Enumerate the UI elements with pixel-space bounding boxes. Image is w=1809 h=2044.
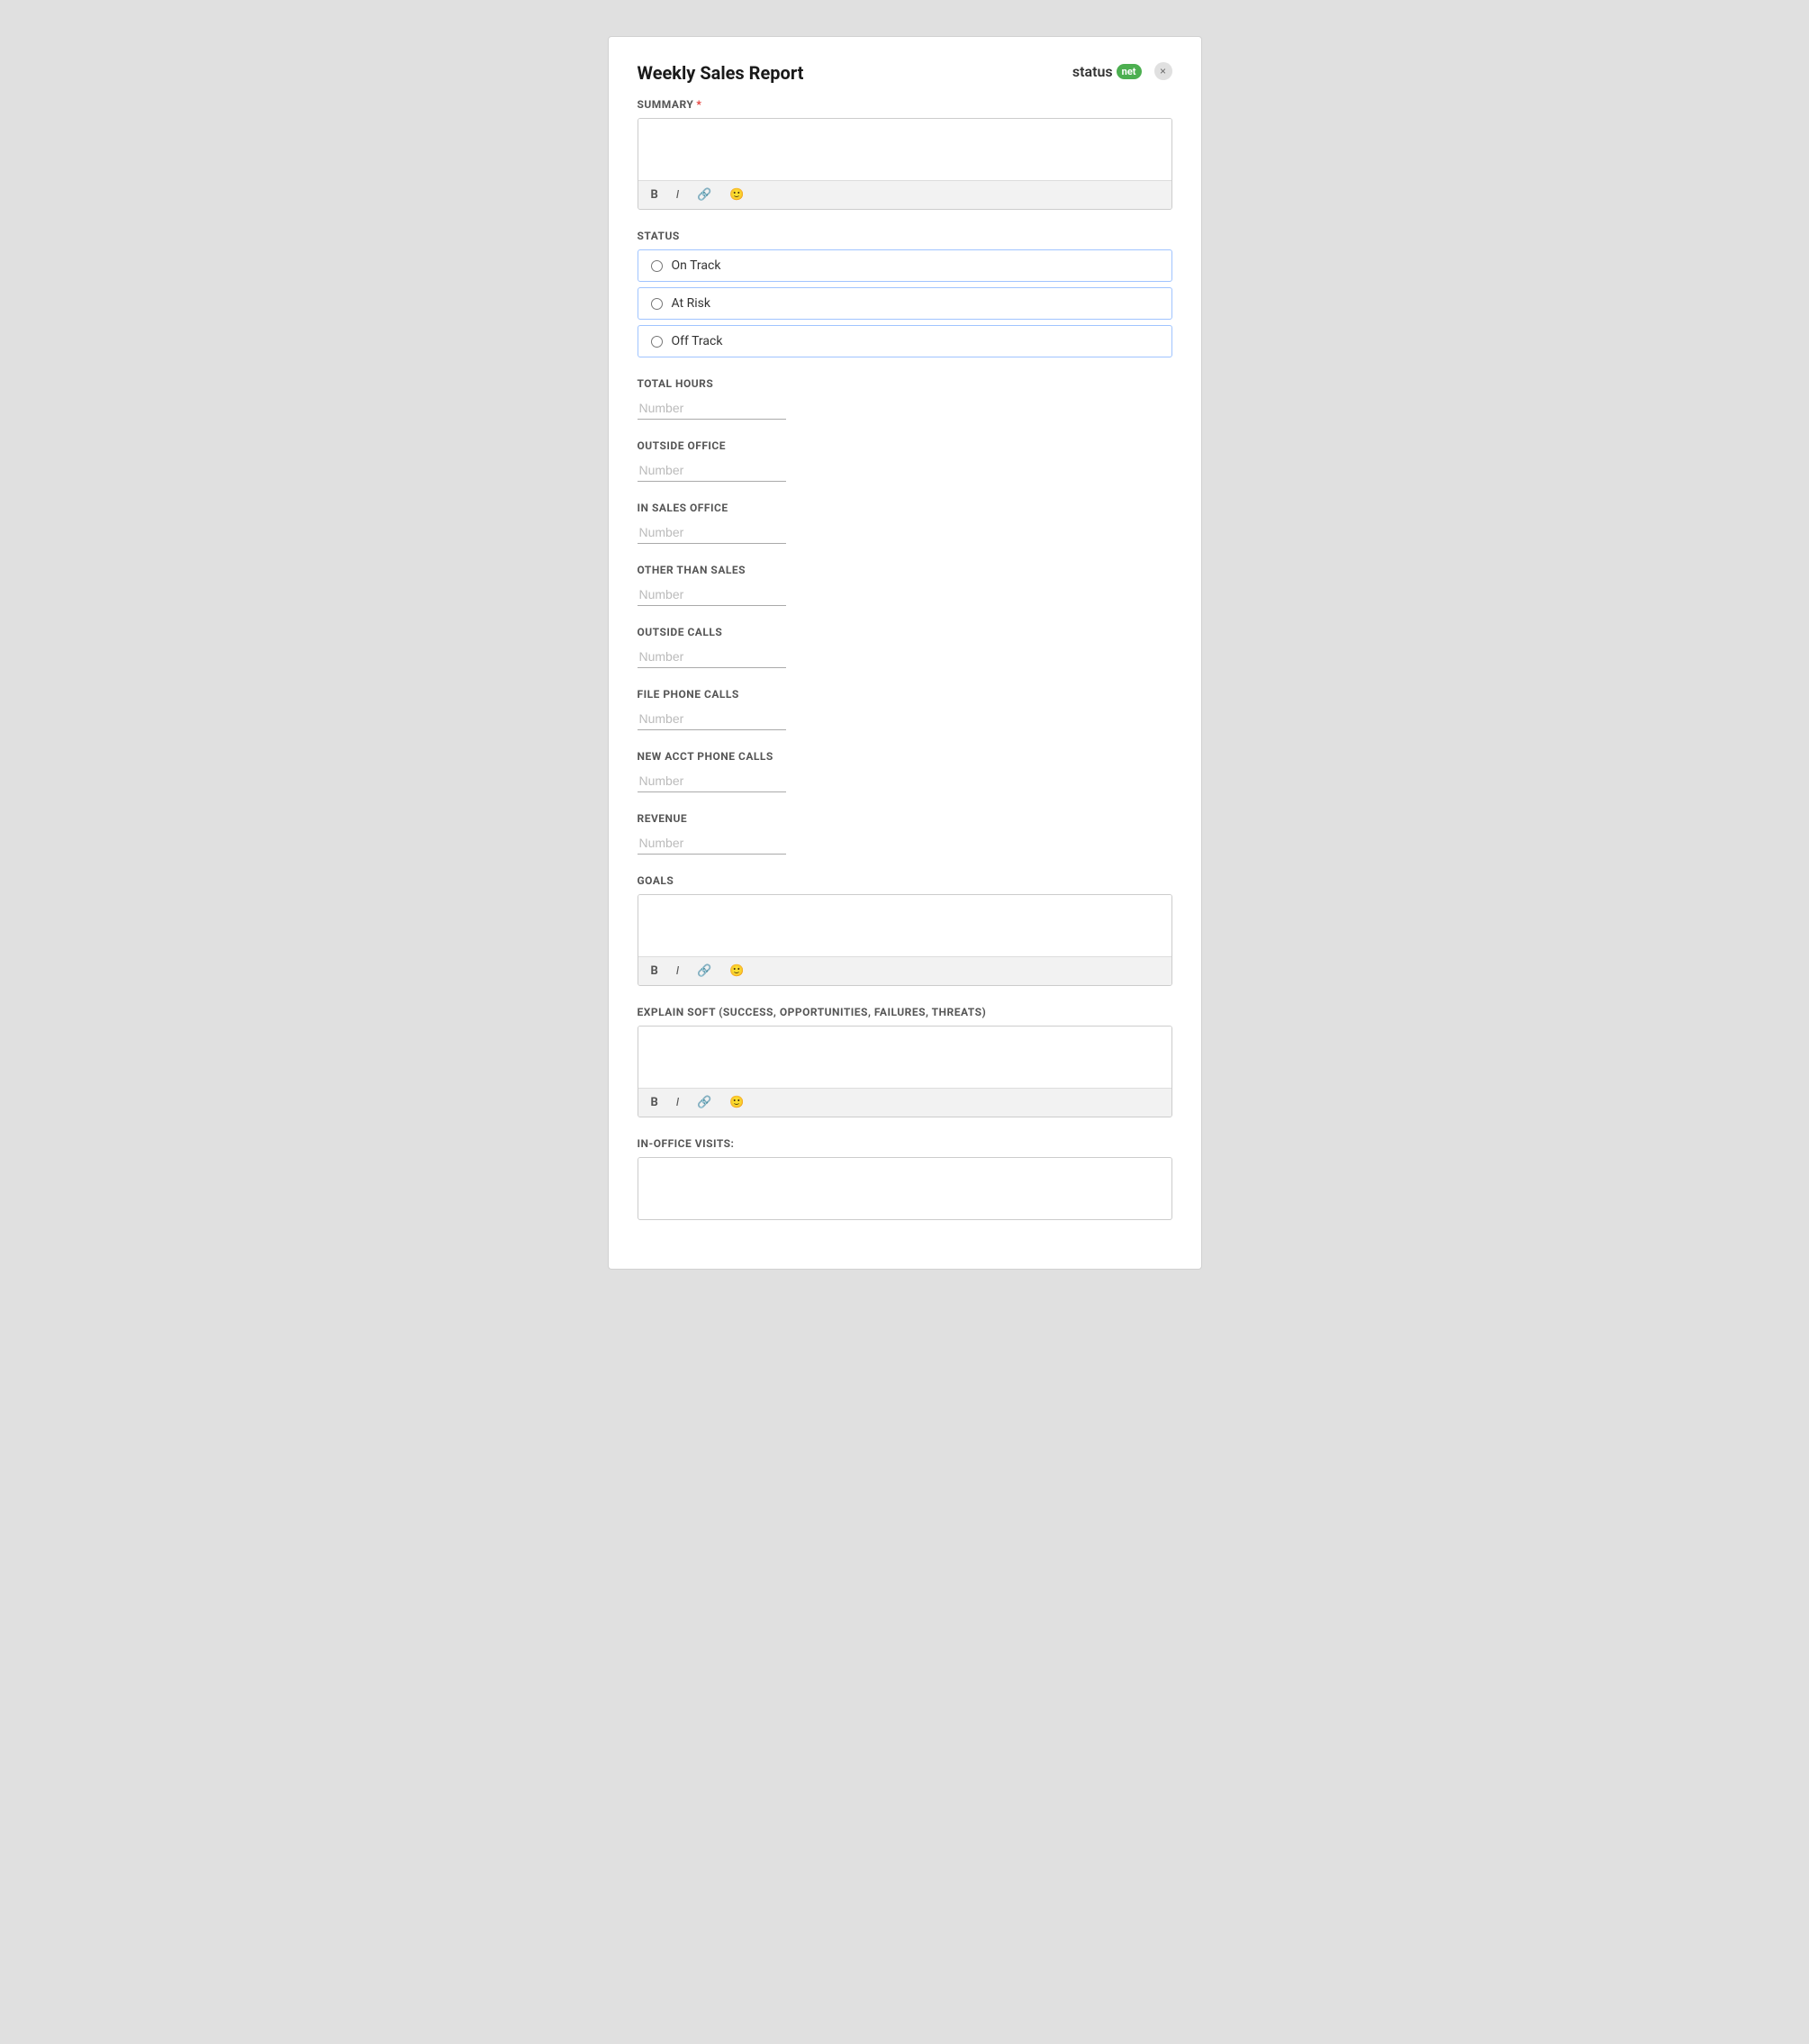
modal-container: Weekly Sales Report status net × SUMMARY… bbox=[608, 36, 1202, 1270]
outside-calls-label: OUTSIDE CALLS bbox=[638, 626, 1172, 638]
goals-bold-button[interactable]: B bbox=[647, 963, 662, 980]
status-option-at-risk[interactable]: At Risk bbox=[638, 287, 1172, 320]
outside-office-input-wrapper bbox=[638, 459, 786, 482]
in-sales-office-section: IN SALES OFFICE bbox=[638, 502, 1172, 544]
in-office-visits-section: IN-OFFICE VISITS: bbox=[638, 1137, 1172, 1220]
modal-header: Weekly Sales Report status net × bbox=[638, 62, 1172, 84]
other-than-sales-section: OTHER THAN SALES bbox=[638, 564, 1172, 606]
status-option-off-track[interactable]: Off Track bbox=[638, 325, 1172, 357]
explain-soft-section: EXPLAIN SOFT (SUCCESS, OPPORTUNITIES, FA… bbox=[638, 1006, 1172, 1117]
status-off-track-label: Off Track bbox=[672, 334, 723, 348]
file-phone-calls-label: FILE PHONE CALLS bbox=[638, 688, 1172, 701]
in-office-visits-input[interactable] bbox=[638, 1158, 1171, 1216]
summary-italic-button[interactable]: I bbox=[673, 186, 683, 203]
explain-soft-italic-button[interactable]: I bbox=[673, 1094, 683, 1111]
file-phone-calls-input-wrapper bbox=[638, 708, 786, 730]
summary-editor: B I 🔗 🙂 bbox=[638, 118, 1172, 210]
close-button[interactable]: × bbox=[1154, 62, 1172, 80]
required-star: * bbox=[696, 98, 701, 111]
in-office-visits-editor bbox=[638, 1157, 1172, 1220]
goals-section: GOALS B I 🔗 🙂 bbox=[638, 874, 1172, 986]
new-acct-phone-calls-label: NEW ACCT PHONE CALLS bbox=[638, 750, 1172, 763]
revenue-section: REVENUE bbox=[638, 812, 1172, 855]
goals-editor: B I 🔗 🙂 bbox=[638, 894, 1172, 986]
status-net-badge: status net bbox=[1072, 63, 1142, 80]
explain-soft-toolbar: B I 🔗 🙂 bbox=[638, 1088, 1171, 1117]
status-label: STATUS bbox=[638, 230, 1172, 242]
revenue-input[interactable] bbox=[638, 832, 786, 855]
status-on-track-label: On Track bbox=[672, 258, 721, 273]
goals-emoji-button[interactable]: 🙂 bbox=[726, 963, 747, 980]
outside-calls-input[interactable] bbox=[638, 646, 786, 668]
other-than-sales-input[interactable] bbox=[638, 583, 786, 606]
modal-title: Weekly Sales Report bbox=[638, 62, 804, 84]
in-sales-office-input-wrapper bbox=[638, 521, 786, 544]
total-hours-input[interactable] bbox=[638, 397, 786, 420]
revenue-input-wrapper bbox=[638, 832, 786, 855]
explain-soft-input[interactable] bbox=[638, 1027, 1171, 1084]
total-hours-section: TOTAL HOURS bbox=[638, 377, 1172, 420]
net-badge: net bbox=[1117, 64, 1142, 79]
outside-office-label: OUTSIDE OFFICE bbox=[638, 439, 1172, 452]
explain-soft-label: EXPLAIN SOFT (SUCCESS, OPPORTUNITIES, FA… bbox=[638, 1006, 1172, 1018]
file-phone-calls-section: FILE PHONE CALLS bbox=[638, 688, 1172, 730]
goals-italic-button[interactable]: I bbox=[673, 963, 683, 980]
goals-label: GOALS bbox=[638, 874, 1172, 887]
status-section: STATUS On Track At Risk Off Track bbox=[638, 230, 1172, 357]
new-acct-phone-calls-input[interactable] bbox=[638, 770, 786, 792]
summary-emoji-button[interactable]: 🙂 bbox=[726, 186, 747, 203]
new-acct-phone-calls-section: NEW ACCT PHONE CALLS bbox=[638, 750, 1172, 792]
other-than-sales-label: OTHER THAN SALES bbox=[638, 564, 1172, 576]
status-at-risk-label: At Risk bbox=[672, 296, 710, 311]
summary-input[interactable] bbox=[638, 119, 1171, 176]
summary-link-button[interactable]: 🔗 bbox=[693, 186, 715, 203]
goals-link-button[interactable]: 🔗 bbox=[693, 963, 715, 980]
new-acct-phone-calls-input-wrapper bbox=[638, 770, 786, 792]
status-radio-at-risk[interactable] bbox=[651, 298, 663, 310]
revenue-label: REVENUE bbox=[638, 812, 1172, 825]
outside-office-input[interactable] bbox=[638, 459, 786, 482]
summary-section: SUMMARY* B I 🔗 🙂 bbox=[638, 98, 1172, 210]
in-office-visits-label: IN-OFFICE VISITS: bbox=[638, 1137, 1172, 1150]
total-hours-label: TOTAL HOURS bbox=[638, 377, 1172, 390]
explain-soft-link-button[interactable]: 🔗 bbox=[693, 1094, 715, 1111]
outside-calls-input-wrapper bbox=[638, 646, 786, 668]
summary-bold-button[interactable]: B bbox=[647, 186, 662, 203]
other-than-sales-input-wrapper bbox=[638, 583, 786, 606]
explain-soft-editor: B I 🔗 🙂 bbox=[638, 1026, 1172, 1117]
outside-calls-section: OUTSIDE CALLS bbox=[638, 626, 1172, 668]
file-phone-calls-input[interactable] bbox=[638, 708, 786, 730]
in-sales-office-label: IN SALES OFFICE bbox=[638, 502, 1172, 514]
explain-soft-emoji-button[interactable]: 🙂 bbox=[726, 1094, 747, 1111]
status-radio-on-track[interactable] bbox=[651, 260, 663, 272]
status-option-on-track[interactable]: On Track bbox=[638, 249, 1172, 282]
summary-toolbar: B I 🔗 🙂 bbox=[638, 180, 1171, 209]
outside-office-section: OUTSIDE OFFICE bbox=[638, 439, 1172, 482]
goals-input[interactable] bbox=[638, 895, 1171, 953]
summary-label: SUMMARY* bbox=[638, 98, 1172, 111]
in-sales-office-input[interactable] bbox=[638, 521, 786, 544]
status-options: On Track At Risk Off Track bbox=[638, 249, 1172, 357]
explain-soft-bold-button[interactable]: B bbox=[647, 1094, 662, 1111]
goals-toolbar: B I 🔗 🙂 bbox=[638, 956, 1171, 985]
status-label: status bbox=[1072, 63, 1113, 80]
total-hours-input-wrapper bbox=[638, 397, 786, 420]
status-radio-off-track[interactable] bbox=[651, 336, 663, 348]
